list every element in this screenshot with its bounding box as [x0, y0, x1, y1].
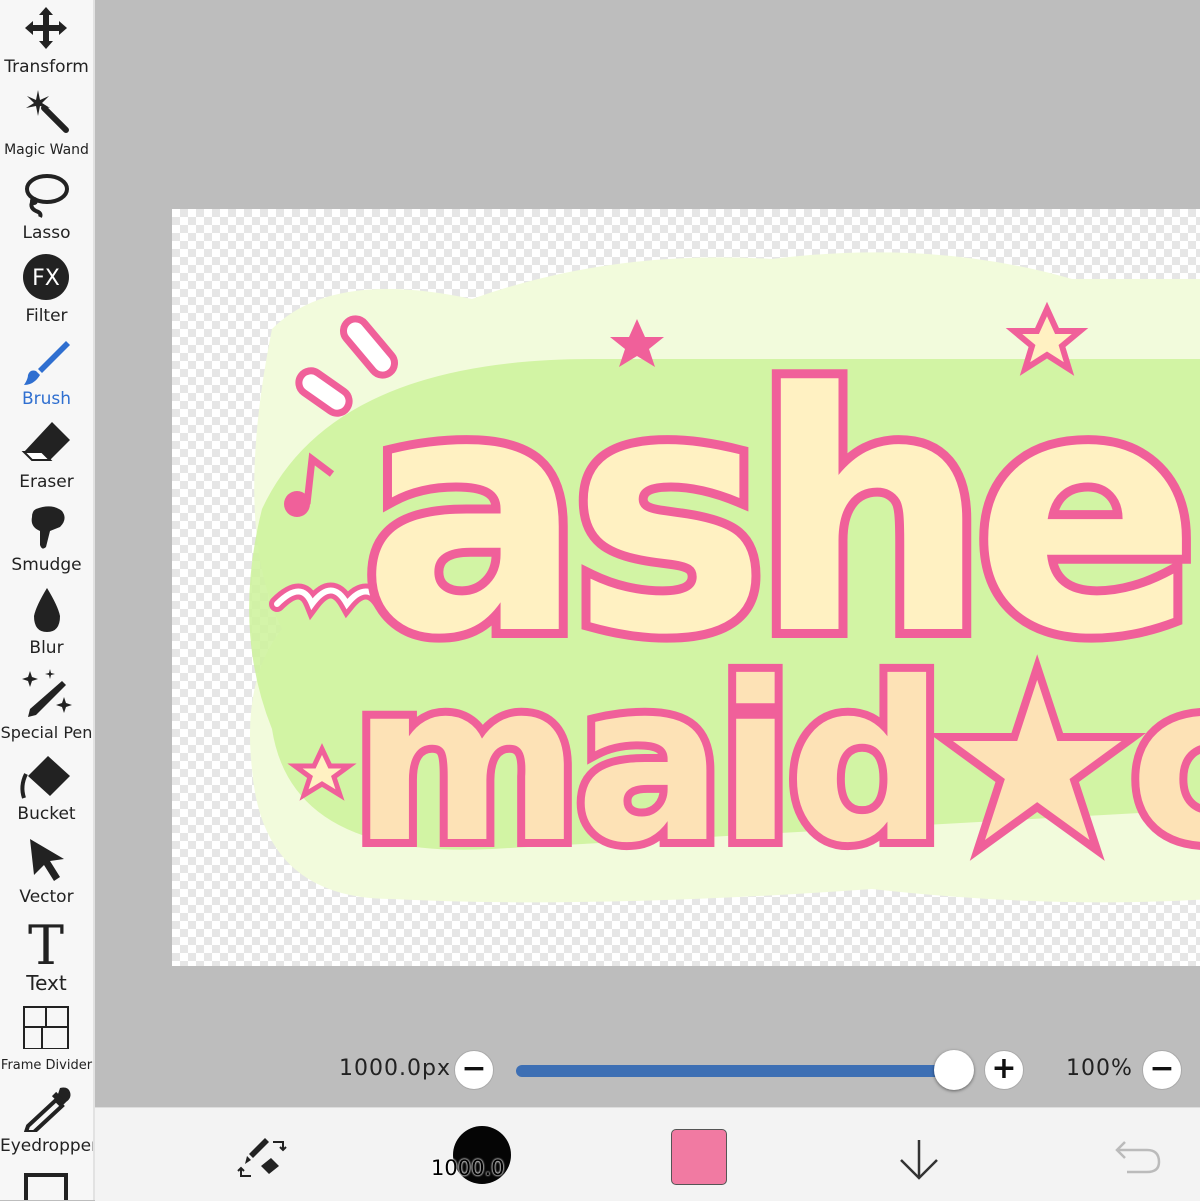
tool-frame-divider[interactable]: Frame Divider: [0, 996, 93, 1079]
artwork: ashe maid★c: [249, 252, 1200, 903]
tool-filter[interactable]: FX Filter: [0, 249, 93, 332]
lasso-icon: [25, 174, 69, 218]
tool-label: Vector: [19, 887, 74, 907]
tool-brush[interactable]: Brush: [0, 332, 93, 415]
drawing-canvas[interactable]: ashe maid★c: [172, 209, 1200, 966]
tool-label: Bucket: [17, 804, 76, 824]
tool-label: Magic Wand: [4, 142, 89, 158]
svg-text:FX: FX: [32, 266, 60, 291]
tool-transform[interactable]: Transform: [0, 0, 93, 83]
frame-icon: [24, 1173, 68, 1200]
tool-label: Special Pen: [0, 723, 93, 742]
drop-icon: [34, 588, 60, 632]
tool-blur[interactable]: Blur: [0, 581, 93, 664]
frame-divider-icon: [23, 1006, 69, 1049]
tool-text[interactable]: T Text: [0, 913, 93, 996]
tool-magic-wand[interactable]: Magic Wand: [0, 83, 93, 166]
eraser-icon: [21, 422, 70, 461]
artwork-subtitle: maid★c: [352, 635, 1200, 891]
tool-label: Eyedropper: [0, 1136, 95, 1156]
opacity-decrease-button[interactable]: −: [1142, 1050, 1182, 1090]
tool-vector[interactable]: Vector: [0, 830, 93, 913]
tool-next[interactable]: [0, 1162, 93, 1200]
tool-label: Frame Divider: [0, 1058, 93, 1073]
swap-tools-icon[interactable]: [237, 1132, 287, 1182]
brush-preview-size: 1000.0: [431, 1156, 505, 1180]
tool-label: Smudge: [11, 555, 82, 575]
tool-eyedropper[interactable]: Eyedropper: [0, 1079, 93, 1162]
tool-label: Transform: [4, 57, 89, 77]
text-t-icon: T: [28, 916, 64, 966]
tool-label: Blur: [29, 638, 64, 658]
size-slider-knob[interactable]: [934, 1050, 974, 1090]
tool-label: Text: [26, 971, 67, 995]
arrow-cursor-icon: [30, 839, 64, 881]
svg-text:T: T: [28, 916, 64, 966]
size-increase-button[interactable]: +: [984, 1050, 1024, 1090]
tool-label: Brush: [21, 389, 72, 409]
tool-bucket[interactable]: Bucket: [0, 747, 93, 830]
tool-label: Lasso: [22, 223, 71, 243]
fx-icon: FX: [23, 254, 69, 300]
down-arrow-icon[interactable]: [895, 1134, 943, 1182]
undo-icon[interactable]: [1113, 1136, 1163, 1176]
brush-size-bar: 1000.0px − + 100% −: [330, 1040, 1200, 1100]
tool-label: Eraser: [19, 472, 74, 492]
move-arrows-icon: [25, 7, 67, 49]
bucket-icon: [20, 756, 70, 799]
tool-lasso[interactable]: Lasso: [0, 166, 93, 249]
eyedropper-icon: [23, 1087, 71, 1132]
tool-label: Filter: [25, 306, 68, 326]
size-decrease-button[interactable]: −: [454, 1050, 494, 1090]
sparkle-pen-icon: [22, 669, 72, 717]
brush-icon: [24, 341, 70, 385]
magic-wand-icon: [26, 90, 69, 133]
tool-special-pen[interactable]: Special Pen: [0, 664, 93, 747]
smudge-icon: [31, 506, 65, 549]
tool-eraser[interactable]: Eraser: [0, 415, 93, 498]
brush-opacity-value: 100%: [1066, 1056, 1133, 1081]
color-swatch[interactable]: [671, 1129, 727, 1185]
brush-size-value: 1000.0px: [339, 1056, 451, 1081]
tool-smudge[interactable]: Smudge: [0, 498, 93, 581]
bottom-toolbar: 1000.0: [95, 1107, 1200, 1201]
tool-sidebar: Transform Magic Wand Lasso FX Filter Bru…: [0, 0, 95, 1200]
size-slider-track[interactable]: [516, 1065, 951, 1077]
